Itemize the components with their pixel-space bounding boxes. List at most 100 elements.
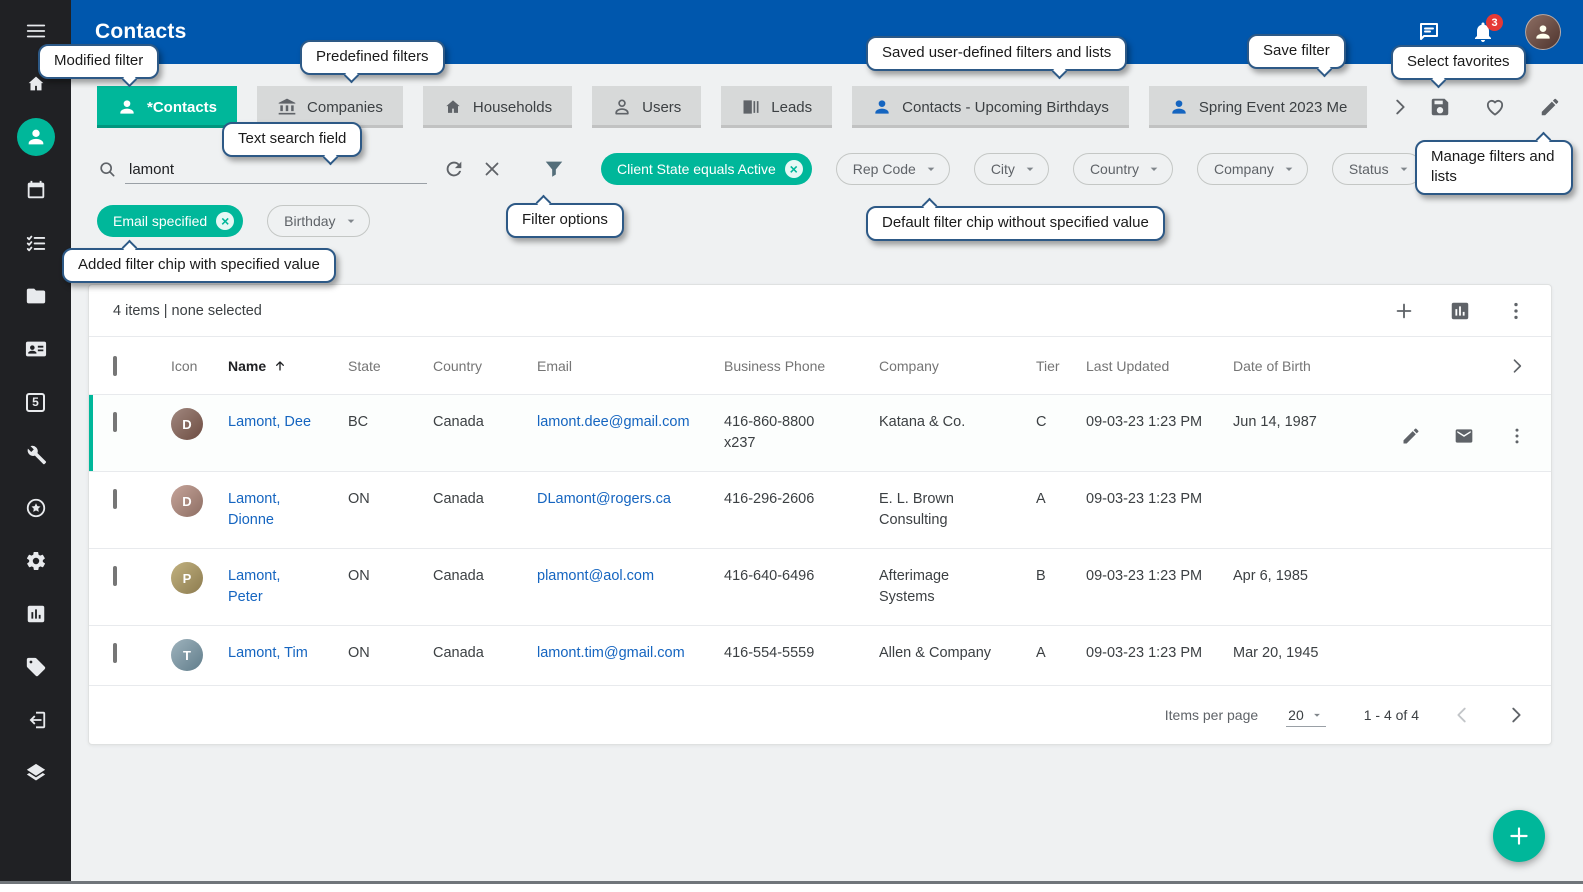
contact-name-link[interactable]: Lamont, Dee xyxy=(228,412,311,433)
save-filter-icon[interactable] xyxy=(1429,96,1451,118)
cell-tier: C xyxy=(1036,412,1086,433)
contact-name-link[interactable]: Lamont, Dionne xyxy=(228,489,318,531)
chip-city[interactable]: City xyxy=(974,153,1049,185)
column-header-tier[interactable]: Tier xyxy=(1036,358,1086,374)
address-book-icon[interactable] xyxy=(25,338,47,360)
sort-ascending-icon xyxy=(272,358,288,374)
favorites-heart-icon[interactable] xyxy=(1484,96,1506,118)
cell-country: Canada xyxy=(433,412,537,433)
manage-pencil-icon[interactable] xyxy=(1539,96,1561,118)
chip-email-specified[interactable]: Email specified × xyxy=(97,205,243,237)
column-header-icon[interactable]: Icon xyxy=(171,358,228,374)
email-link[interactable]: lamont.tim@gmail.com xyxy=(537,645,685,661)
chip-label: Client State equals Active xyxy=(617,161,776,177)
row-checkbox[interactable] xyxy=(113,566,117,586)
add-column-icon[interactable] xyxy=(1393,300,1415,322)
layers-icon[interactable] xyxy=(25,762,47,784)
caret-down-icon xyxy=(343,213,359,229)
table-row[interactable]: D Lamont, Dionne ON Canada DLamont@roger… xyxy=(89,472,1551,549)
calendar-icon[interactable] xyxy=(25,179,47,201)
email-envelope-icon[interactable] xyxy=(1454,426,1474,446)
contact-name-link[interactable]: Lamont, Tim xyxy=(228,643,308,664)
add-contact-fab[interactable] xyxy=(1493,810,1545,862)
tab-households[interactable]: Households xyxy=(423,86,572,128)
row-checkbox[interactable] xyxy=(113,643,117,663)
table-row[interactable]: T Lamont, Tim ON Canada lamont.tim@gmail… xyxy=(89,626,1551,686)
column-header-state[interactable]: State xyxy=(348,358,433,374)
filter-bar-row-2: Email specified × Birthday xyxy=(97,204,1561,238)
tab-contacts-upcoming-birthdays[interactable]: Contacts - Upcoming Birthdays xyxy=(852,86,1129,128)
tab-label: Users xyxy=(642,99,681,116)
sign-out-icon[interactable] xyxy=(25,709,47,731)
star-icon[interactable] xyxy=(25,497,47,519)
chip-label: Company xyxy=(1214,161,1274,177)
table-row[interactable]: D Lamont, Dee BC Canada lamont.dee@gmail… xyxy=(89,395,1551,472)
chip-client-state-active[interactable]: Client State equals Active × xyxy=(601,153,812,185)
tab-leads[interactable]: Leads xyxy=(721,86,832,128)
wrench-icon[interactable] xyxy=(25,444,47,466)
tab-label: Leads xyxy=(771,99,812,116)
remove-chip-icon[interactable]: × xyxy=(216,212,234,230)
search-input[interactable] xyxy=(125,155,427,184)
next-page-icon[interactable] xyxy=(1505,704,1527,726)
chip-company[interactable]: Company xyxy=(1197,153,1308,185)
email-link[interactable]: DLamont@rogers.ca xyxy=(537,491,671,507)
cell-business-phone: 416-860-8800 x237 xyxy=(724,412,836,454)
email-link[interactable]: lamont.dee@gmail.com xyxy=(537,414,690,430)
column-header-last-updated[interactable]: Last Updated xyxy=(1086,358,1233,374)
tab-spring-event-2023[interactable]: Spring Event 2023 Me xyxy=(1149,86,1367,128)
contact-name-link[interactable]: Lamont, Peter xyxy=(228,566,318,608)
tabs-scroll-right-icon[interactable] xyxy=(1389,96,1411,118)
tab-users[interactable]: Users xyxy=(592,86,701,128)
previous-page-icon[interactable] xyxy=(1451,704,1473,726)
menu-icon[interactable] xyxy=(25,20,47,42)
row-more-options-icon[interactable] xyxy=(1507,426,1527,446)
caret-down-icon xyxy=(1310,708,1324,722)
folder-icon[interactable] xyxy=(25,285,47,307)
more-options-icon[interactable] xyxy=(1505,300,1527,322)
bell-icon[interactable]: 3 xyxy=(1471,20,1495,44)
edit-pencil-icon[interactable] xyxy=(1401,426,1421,446)
column-header-date-of-birth[interactable]: Date of Birth xyxy=(1233,358,1379,374)
reports-icon[interactable] xyxy=(25,603,47,625)
table-toolbar-icons xyxy=(1393,300,1527,322)
chip-birthday[interactable]: Birthday xyxy=(267,205,369,237)
email-link[interactable]: plamont@aol.com xyxy=(537,568,654,584)
scroll-columns-right-icon[interactable] xyxy=(1507,356,1551,376)
chip-label: Birthday xyxy=(284,213,335,229)
column-header-company[interactable]: Company xyxy=(879,358,1036,374)
refresh-icon[interactable] xyxy=(443,158,465,180)
gear-icon[interactable] xyxy=(25,550,47,572)
row-checkbox[interactable] xyxy=(113,412,117,432)
callout-added-chip: Added filter chip with specified value xyxy=(62,248,336,283)
chip-rep-code[interactable]: Rep Code xyxy=(836,153,950,185)
callout-default-chip: Default filter chip without specified va… xyxy=(866,206,1165,241)
tab-contacts[interactable]: *Contacts xyxy=(97,86,237,128)
column-header-email[interactable]: Email xyxy=(537,358,724,374)
chat-icon[interactable] xyxy=(1417,20,1441,44)
cell-business-phone: 416-640-6496 xyxy=(724,566,814,587)
chip-country[interactable]: Country xyxy=(1073,153,1173,185)
chart-view-icon[interactable] xyxy=(1449,300,1471,322)
remove-chip-icon[interactable]: × xyxy=(785,160,803,178)
column-header-business-phone[interactable]: Business Phone xyxy=(724,358,879,374)
table-header-row: Icon Name State Country Email Business P… xyxy=(89,337,1551,395)
row-checkbox[interactable] xyxy=(113,489,117,509)
chip-status[interactable]: Status xyxy=(1332,153,1423,185)
cell-tier: B xyxy=(1036,566,1086,587)
user-avatar[interactable] xyxy=(1525,14,1561,50)
column-header-name[interactable]: Name xyxy=(228,358,348,374)
caret-down-icon xyxy=(1281,161,1297,177)
contacts-icon[interactable] xyxy=(17,118,55,156)
filter-funnel-icon[interactable] xyxy=(543,158,565,180)
tasks-icon[interactable] xyxy=(25,232,47,254)
table-row[interactable]: P Lamont, Peter ON Canada plamont@aol.co… xyxy=(89,549,1551,626)
column-header-country[interactable]: Country xyxy=(433,358,537,374)
select-all-checkbox[interactable] xyxy=(113,356,117,376)
five-icon[interactable]: 5 xyxy=(25,391,47,413)
page-size-select[interactable]: 20 xyxy=(1286,704,1326,727)
chip-label: City xyxy=(991,161,1015,177)
clear-search-icon[interactable] xyxy=(481,158,503,180)
items-per-page-label: Items per page xyxy=(1165,707,1258,723)
tag-icon[interactable] xyxy=(25,656,47,678)
